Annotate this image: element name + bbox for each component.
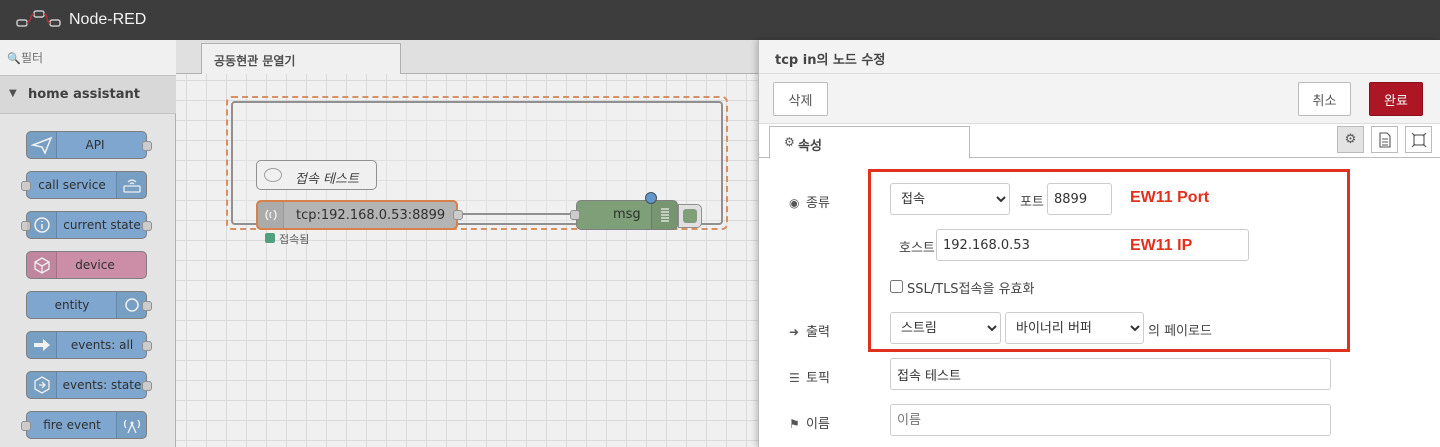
palette-node-label: events: state <box>62 378 142 392</box>
debug-node[interactable]: msg <box>570 192 678 230</box>
tcp-in-node[interactable]: tcp:192.168.0.53:8899 <box>256 200 463 230</box>
app-header: Node-RED <box>0 0 1440 40</box>
palette-node-label: device <box>75 258 115 272</box>
tray-header: tcp in의 노드 수정 <box>759 40 1440 74</box>
debug-node-label: msg <box>613 207 641 222</box>
tasks-icon: ☰ <box>789 371 800 385</box>
topic-label-text: 토픽 <box>806 371 830 386</box>
edit-tray: tcp in의 노드 수정 삭제 취소 완료 ⚙ 속성 ⚙ ◉ 종류 접속 포트 … <box>758 40 1440 447</box>
appearance-frame-icon[interactable] <box>1405 126 1432 153</box>
done-button[interactable]: 완료 <box>1369 82 1423 116</box>
search-icon: 🔍 <box>7 52 21 65</box>
cancel-button[interactable]: 취소 <box>1298 82 1351 116</box>
annotation-ip: EW11 IP <box>1130 237 1193 254</box>
chevron-down-icon: ▼ <box>9 88 17 99</box>
palette-filter-input[interactable] <box>21 48 171 68</box>
tray-toolbar: 삭제 취소 완료 <box>759 74 1440 124</box>
tab-properties-label: 속성 <box>798 139 822 154</box>
list-icon <box>651 201 677 229</box>
flow-tab[interactable]: 공동현관 문열기 <box>201 43 401 75</box>
type-label: ◉ 종류 <box>789 192 830 211</box>
changed-indicator-icon <box>645 192 657 204</box>
palette-node-call-service[interactable]: call service <box>21 171 147 199</box>
palette-node-device[interactable]: device <box>26 251 147 279</box>
output-label-text: 출력 <box>806 325 830 340</box>
output-port[interactable] <box>142 381 152 391</box>
annotation-highlight-box <box>868 169 1350 352</box>
delete-button[interactable]: 삭제 <box>773 82 828 116</box>
node-palette: 🔍 ▼ home assistant API call service curr… <box>0 40 176 447</box>
palette-node-label: current state <box>63 218 141 232</box>
flow-wire[interactable] <box>463 213 580 215</box>
tab-properties[interactable]: ⚙ 속성 <box>769 126 970 159</box>
tag-icon: ⚑ <box>789 417 800 431</box>
dot-circle-icon: ◉ <box>789 196 800 210</box>
description-file-icon[interactable] <box>1371 126 1398 153</box>
tray-title: tcp in의 노드 수정 <box>775 53 886 68</box>
workspace: 공동현관 문열기 접속 테스트 tcp:192.168.0.53:8899 접속… <box>176 40 758 447</box>
palette-node-events-all[interactable]: events: all <box>26 331 152 359</box>
palette-node-label: API <box>85 138 105 152</box>
wave-icon <box>258 202 284 228</box>
topic-input[interactable] <box>890 358 1331 390</box>
broadcast-icon <box>116 412 146 438</box>
tray-tabs: ⚙ 속성 ⚙ <box>759 124 1440 159</box>
name-input[interactable] <box>890 404 1331 436</box>
palette-node-api[interactable]: API <box>26 131 152 159</box>
name-label-text: 이름 <box>806 417 830 432</box>
gear-icon: ⚙ <box>784 135 795 149</box>
palette-node-fire-event[interactable]: fire event <box>21 411 147 439</box>
palette-node-label: call service <box>38 178 106 192</box>
annotation-port: EW11 Port <box>1130 189 1210 206</box>
type-label-text: 종류 <box>806 196 830 211</box>
sign-out-icon: ➜ <box>789 325 800 339</box>
toggle-square-icon <box>683 209 697 223</box>
palette-search: 🔍 <box>0 40 176 76</box>
output-port[interactable] <box>142 221 152 231</box>
output-label: ➜ 출력 <box>789 321 830 340</box>
palette-node-entity[interactable]: entity <box>26 291 152 319</box>
tcp-node-status: 접속됨 <box>279 233 310 246</box>
tcp-node-label: tcp:192.168.0.53:8899 <box>296 208 446 223</box>
node-red-logo-icon <box>16 10 61 27</box>
router-icon <box>116 172 146 198</box>
status-indicator-icon <box>265 233 275 243</box>
flow-tab-label: 공동현관 문열기 <box>214 54 296 68</box>
palette-node-current-state[interactable]: current state <box>21 211 152 239</box>
palette-category-label: home assistant <box>28 87 140 102</box>
output-port[interactable] <box>453 210 463 220</box>
output-port[interactable] <box>142 141 152 151</box>
settings-gear-icon[interactable]: ⚙ <box>1337 126 1364 153</box>
palette-node-events-state[interactable]: events: state <box>26 371 152 399</box>
app-title: Node-RED <box>69 11 147 28</box>
comment-node[interactable]: 접속 테스트 <box>256 160 377 190</box>
palette-category-home-assistant[interactable]: ▼ home assistant <box>0 76 176 114</box>
input-port[interactable] <box>570 210 580 220</box>
palette-node-label: fire event <box>43 418 101 432</box>
palette-node-label: entity <box>54 298 90 312</box>
topic-label: ☰ 토픽 <box>789 367 830 386</box>
debug-toggle-button[interactable] <box>678 204 702 228</box>
comment-node-label: 접속 테스트 <box>295 172 359 187</box>
output-port[interactable] <box>142 341 152 351</box>
workspace-tabbar: 공동현관 문열기 <box>176 40 758 75</box>
speech-bubble-icon <box>264 168 282 182</box>
palette-node-label: events: all <box>70 338 134 352</box>
name-label: ⚑ 이름 <box>789 413 830 432</box>
output-port[interactable] <box>142 301 152 311</box>
